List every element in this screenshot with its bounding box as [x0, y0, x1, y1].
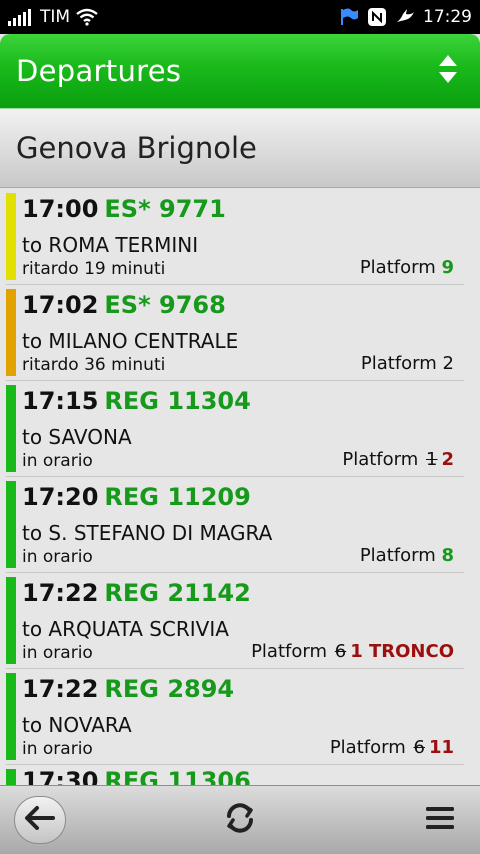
menu-button[interactable] — [414, 796, 466, 844]
flag-icon — [339, 7, 359, 27]
status-color-bar — [6, 673, 16, 760]
refresh-button[interactable] — [214, 796, 266, 844]
destination: to MILANO CENTRALE — [22, 329, 239, 353]
platform-info: Platform 2 — [361, 353, 454, 374]
train-number: ES* 9771 — [104, 195, 226, 223]
train-number: REG 11306 — [104, 767, 251, 785]
departure-time: 17:15 — [22, 387, 99, 415]
new-platform-number: 2 — [441, 449, 454, 470]
train-number: ES* 9768 — [104, 291, 226, 319]
platform-number: 8 — [441, 545, 454, 566]
status-color-bar — [6, 193, 16, 280]
departure-row[interactable]: 17:20 REG 11209 to S. STEFANO DI MAGRA in… — [6, 477, 464, 573]
destination: to ARQUATA SCRIVIA — [22, 617, 229, 641]
nfc-icon — [367, 7, 387, 27]
departure-row[interactable]: 17:22 REG 2894 to NOVARA in orario Platfo… — [6, 669, 464, 765]
new-platform-number: 11 — [428, 737, 454, 758]
departure-row[interactable]: 17:02 ES* 9768 to MILANO CENTRALE ritardo… — [6, 285, 464, 381]
carrier-name: TIM — [40, 7, 71, 27]
old-platform-number: 1 — [426, 449, 438, 470]
platform-number: 9 — [441, 257, 454, 278]
status-color-bar — [6, 289, 16, 376]
refresh-icon — [222, 801, 258, 839]
status-color-bar — [6, 385, 16, 472]
departure-time: 17:00 — [22, 195, 99, 223]
delay-status: ritardo 36 minuti — [22, 355, 166, 375]
platform-info: Platform 6 11 — [330, 737, 454, 758]
platform-label: Platform — [342, 449, 419, 470]
departure-time: 17:30 — [22, 767, 99, 785]
destination: to ROMA TERMINI — [22, 233, 199, 257]
destination: to S. STEFANO DI MAGRA — [22, 521, 273, 545]
back-arrow-icon — [24, 804, 56, 836]
delay-status: in orario — [22, 739, 93, 759]
departure-row[interactable]: 17:00 ES* 9771 to ROMA TERMINI ritardo 19… — [6, 189, 464, 285]
platform-label: Platform — [251, 641, 327, 662]
platform-label: Platform — [360, 353, 437, 374]
old-platform-number: 6 — [334, 641, 347, 662]
status-color-bar — [6, 769, 16, 785]
departure-row-partial[interactable]: 17:30 REG 11306 — [6, 765, 464, 785]
delay-status: in orario — [22, 451, 93, 471]
delay-status: in orario — [22, 643, 93, 663]
station-bar[interactable]: Genova Brignole — [0, 108, 480, 188]
departure-row[interactable]: 17:15 REG 11304 to SAVONA in orario Platf… — [6, 381, 464, 477]
platform-number: 2 — [442, 353, 454, 374]
departure-time: 17:20 — [22, 483, 99, 511]
clock: 17:29 — [423, 7, 472, 27]
new-platform-number: 1 TRONCO — [350, 641, 454, 662]
destination: to SAVONA — [22, 425, 132, 449]
delay-status: in orario — [22, 547, 93, 567]
platform-label: Platform — [359, 545, 436, 566]
departure-time: 17:22 — [22, 675, 99, 703]
platform-label: Platform — [329, 737, 406, 758]
train-number: REG 21142 — [104, 579, 251, 607]
platform-info: Platform 12 — [342, 449, 454, 470]
station-name: Genova Brignole — [16, 131, 257, 165]
signal-icon — [8, 8, 34, 26]
delay-status: ritardo 19 minuti — [22, 259, 166, 279]
page-title: Departures — [16, 54, 182, 88]
sort-updown-icon — [437, 53, 459, 89]
back-button[interactable] — [14, 796, 66, 844]
departure-time: 17:22 — [22, 579, 99, 607]
menu-icon — [424, 804, 456, 836]
departure-time: 17:02 — [22, 291, 99, 319]
bottom-toolbar — [0, 785, 480, 854]
status-bar: TIM 17:29 — [0, 0, 480, 34]
departure-row[interactable]: 17:22 REG 21142 to ARQUATA SCRIVIA in ora… — [6, 573, 464, 669]
old-platform-number: 6 — [413, 737, 425, 758]
destination: to NOVARA — [22, 713, 132, 737]
status-color-bar — [6, 481, 16, 568]
wifi-icon — [76, 8, 98, 26]
train-number: REG 11304 — [104, 387, 251, 415]
train-number: REG 11209 — [104, 483, 251, 511]
platform-info: Platform 61 TRONCO — [251, 641, 454, 662]
app-header: Departures — [0, 34, 480, 108]
departures-list[interactable]: 17:00 ES* 9771 to ROMA TERMINI ritardo 19… — [0, 189, 480, 785]
status-color-bar — [6, 577, 16, 664]
train-number: REG 2894 — [104, 675, 235, 703]
platform-info: Platform 8 — [360, 545, 454, 566]
sort-button[interactable] — [432, 51, 464, 91]
platform-label: Platform — [359, 257, 436, 278]
bird-icon — [395, 7, 415, 27]
platform-info: Platform 9 — [360, 257, 454, 278]
